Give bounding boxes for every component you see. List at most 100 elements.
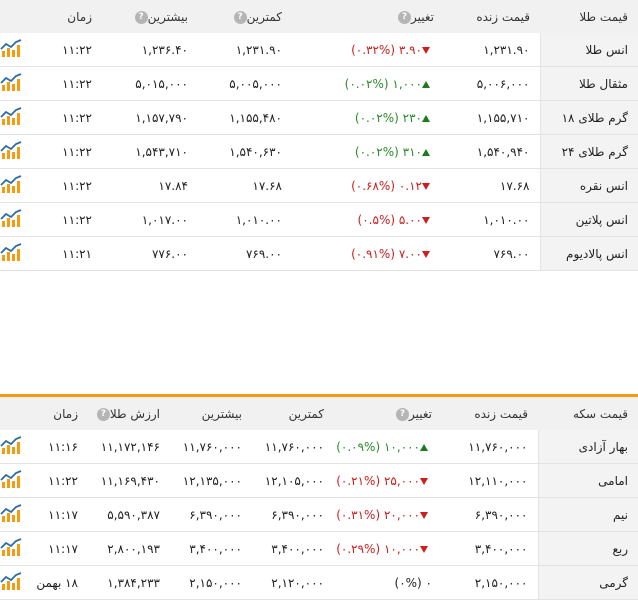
chart-icon[interactable]: [0, 208, 22, 231]
gold-header-name: قیمت طلا: [540, 0, 638, 33]
row-live: ۱,۵۴۰,۹۴۰: [444, 134, 540, 169]
row-chart: [0, 463, 32, 498]
row-chart: [0, 168, 32, 203]
row-chart: [0, 202, 32, 237]
gold-header-low: کمترین?: [198, 0, 292, 33]
row-change: ۳۱۰ (۰.۰۲%): [292, 134, 444, 169]
change-value: ۱۰,۰۰۰ (۰.۰۹%): [336, 439, 420, 454]
table-row[interactable]: انس پالادیوم ۷۶۹.۰۰ ۷.۰۰ (۰.۹۱%) ۷۶۹.۰۰ ۷۷۶.…: [0, 236, 638, 271]
row-chart: [0, 430, 32, 464]
row-low: ۱,۵۴۰,۶۳۰: [198, 134, 292, 169]
row-chart: [0, 33, 32, 67]
coin-header-low: کمترین: [252, 395, 334, 430]
row-name: مثقال طلا: [539, 66, 638, 101]
gold-header-high: بیشترین?: [102, 0, 198, 33]
row-live: ۳,۴۰۰,۰۰۰: [442, 531, 538, 566]
row-live: ۱,۲۳۱.۹۰: [444, 33, 540, 67]
help-icon[interactable]: ?: [398, 10, 411, 24]
row-time: ۱۱:۲۱: [32, 236, 102, 271]
gold-header-time: زمان: [32, 0, 102, 33]
row-high: ۷۷۶.۰۰: [102, 236, 198, 271]
change-value: ۰ (۰%): [394, 575, 433, 590]
row-name: امامی: [537, 463, 638, 498]
row-high: ۱,۲۳۶.۴۰: [102, 33, 198, 67]
row-low: ۱۲,۱۰۵,۰۰۰: [252, 463, 334, 498]
row-low: ۱,۰۱۰.۰۰: [198, 202, 292, 237]
chart-icon[interactable]: [0, 140, 22, 163]
row-chart: [0, 236, 32, 271]
row-high: ۳,۴۰۰,۰۰۰: [170, 531, 252, 566]
help-icon[interactable]: ?: [233, 10, 247, 24]
row-live: ۵,۰۰۶,۰۰۰: [444, 66, 540, 101]
row-live: ۱۷.۶۸: [444, 168, 540, 203]
chart-icon[interactable]: [0, 72, 22, 95]
table-row[interactable]: مثقال طلا ۵,۰۰۶,۰۰۰ ۱,۰۰۰ (۰.۰۲%) ۵,۰۰۵,۰۰۰…: [0, 66, 638, 101]
table-row[interactable]: امامی ۱۲,۱۱۰,۰۰۰ ۲۵,۰۰۰ (۰.۲۱%) ۱۲,۱۰۵,۰۰۰ ۱…: [0, 463, 638, 498]
change-value: ۵.۰۰ (۰.۵%): [357, 212, 422, 227]
table-row[interactable]: انس طلا ۱,۲۳۱.۹۰ ۳.۹۰ (۰.۳۲%) ۱,۲۳۱.۹۰ ۱,۲۳۶…: [0, 33, 638, 67]
table-row[interactable]: بهار آزادی ۱۱,۷۶۰,۰۰۰ ۱۰,۰۰۰ (۰.۰۹%) ۱۱,۷۶۰…: [0, 430, 638, 464]
chart-icon[interactable]: [0, 469, 22, 492]
row-high: ۲,۱۵۰,۰۰۰: [170, 565, 252, 600]
row-change: ۰ (۰%): [334, 565, 442, 600]
row-time: ۱۱:۲۲: [32, 168, 102, 203]
chart-icon[interactable]: [0, 242, 22, 265]
help-icon[interactable]: ?: [96, 407, 110, 421]
row-value: ۱۱,۱۶۹,۴۳۰: [88, 463, 170, 498]
chart-icon[interactable]: [0, 503, 22, 526]
row-value: ۲,۸۰۰,۱۹۳: [88, 531, 170, 566]
arrow-down-icon: [422, 182, 430, 190]
table-row[interactable]: گرمی ۲,۱۵۰,۰۰۰ ۰ (۰%) ۲,۱۲۰,۰۰۰ ۲,۱۵۰,۰۰۰ ۱,۳…: [0, 565, 638, 600]
row-time: ۱۱:۲۲: [32, 66, 102, 101]
help-icon[interactable]: ?: [134, 10, 148, 24]
help-icon[interactable]: ?: [396, 407, 409, 421]
chart-icon[interactable]: [0, 38, 22, 61]
chart-icon[interactable]: [0, 435, 22, 458]
row-chart: [0, 497, 32, 532]
table-row[interactable]: انس پلاتین ۱,۰۱۰.۰۰ ۵.۰۰ (۰.۵%) ۱,۰۱۰.۰۰ ۱,۰…: [0, 202, 638, 237]
coin-header-change: تغییر?: [334, 395, 442, 430]
row-high: ۱۲,۱۳۵,۰۰۰: [170, 463, 252, 498]
row-high: ۶,۳۹۰,۰۰۰: [170, 497, 252, 532]
chart-icon[interactable]: [0, 106, 22, 129]
coin-header-name: قیمت سکه: [538, 395, 638, 430]
table-row[interactable]: ربع ۳,۴۰۰,۰۰۰ ۱۰,۰۰۰ (۰.۲۹%) ۳,۴۰۰,۰۰۰ ۳,۴۰۰…: [0, 531, 638, 566]
row-live: ۱,۱۵۵,۷۱۰: [444, 100, 540, 135]
row-low: ۱,۲۳۱.۹۰: [198, 33, 292, 67]
row-name: انس طلا: [539, 33, 638, 67]
row-high: ۱,۱۵۷,۷۹۰: [102, 100, 198, 135]
row-time: ۱۱:۲۲: [32, 202, 102, 237]
row-low: ۶,۳۹۰,۰۰۰: [252, 497, 334, 532]
row-change: ۵.۰۰ (۰.۵%): [292, 202, 444, 237]
row-high: ۱,۰۱۷.۰۰: [102, 202, 198, 237]
change-value: ۱,۰۰۰ (۰.۰۲%): [344, 76, 422, 91]
row-value: ۵,۵۹۰,۳۸۷: [88, 497, 170, 532]
row-chart: [0, 134, 32, 169]
row-change: ۲۳۰ (۰.۰۲%): [292, 100, 444, 135]
row-low: ۱۱,۷۶۰,۰۰۰: [252, 430, 334, 464]
row-name: انس پالادیوم: [539, 236, 638, 271]
row-change: ۰.۱۲ (۰.۶۸%): [292, 168, 444, 203]
row-time: ۱۱:۱۷: [32, 497, 88, 532]
row-change: ۷.۰۰ (۰.۹۱%): [292, 236, 444, 271]
row-high: ۱۱,۷۶۰,۰۰۰: [170, 430, 252, 464]
chart-icon[interactable]: [0, 571, 22, 594]
coin-header-value: ارزش طلا?: [88, 395, 170, 430]
row-time: ۱۱:۲۲: [32, 463, 88, 498]
change-value: ۲۳۰ (۰.۰۲%): [354, 110, 422, 125]
arrow-down-icon: [420, 511, 428, 519]
row-low: ۲,۱۲۰,۰۰۰: [252, 565, 334, 600]
row-chart: [0, 565, 32, 600]
chart-icon[interactable]: [0, 537, 22, 560]
table-row[interactable]: گرم طلای ۲۴ ۱,۵۴۰,۹۴۰ ۳۱۰ (۰.۰۲%) ۱,۵۴۰,۶۳۰…: [0, 134, 638, 169]
arrow-down-icon: [422, 250, 430, 258]
gold-header-chart: [0, 0, 32, 33]
table-row[interactable]: انس نقره ۱۷.۶۸ ۰.۱۲ (۰.۶۸%) ۱۷.۶۸ ۱۷.۸۴ ۱۱:۲۲: [0, 168, 638, 203]
row-name: ربع: [537, 531, 638, 566]
row-time: ۱۸ بهمن: [32, 565, 88, 600]
chart-icon[interactable]: [0, 174, 22, 197]
arrow-down-icon: [420, 477, 428, 485]
table-row[interactable]: گرم طلای ۱۸ ۱,۱۵۵,۷۱۰ ۲۳۰ (۰.۰۲%) ۱,۱۵۵,۴۸۰…: [0, 100, 638, 135]
row-chart: [0, 531, 32, 566]
table-row[interactable]: نیم ۶,۳۹۰,۰۰۰ ۲۰,۰۰۰ (۰.۳۱%) ۶,۳۹۰,۰۰۰ ۶,۳۹۰…: [0, 497, 638, 532]
